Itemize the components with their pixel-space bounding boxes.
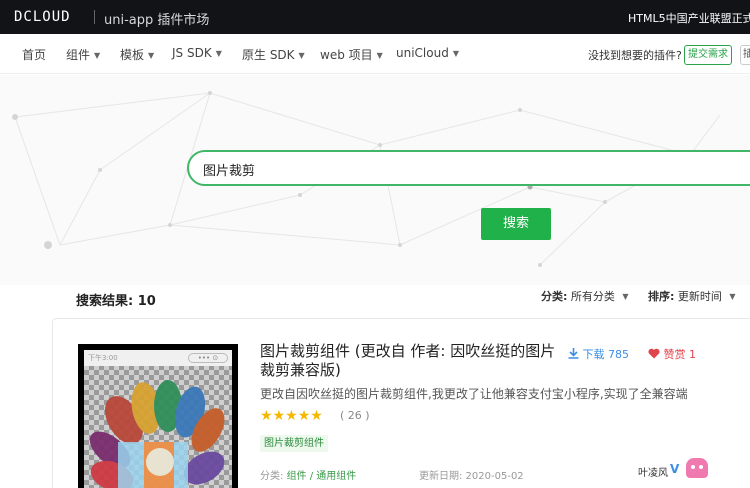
rating-count: ( 26 ) [340, 409, 370, 422]
mascot-eye [691, 465, 695, 469]
results-count: 搜索结果: 10 [76, 294, 156, 309]
caret-down-icon: ▼ [622, 292, 629, 301]
author-name[interactable]: 叶凌风 [638, 464, 668, 479]
main-nav: 首页 组件 ▼ 模板 ▼ JS SDK ▼ 原生 SDK ▼ web 项目 ▼ uniCl… [0, 34, 750, 74]
top-bar: DCLOUD uni-app 插件市场 HTML5中国产业联盟正式挂着 [0, 0, 750, 34]
verified-v-icon: V [670, 462, 680, 476]
category-link[interactable]: 组件 / 通用组件 [287, 471, 357, 482]
reward-button[interactable]: 赞赏 1 [648, 346, 696, 362]
caret-down-icon: ▼ [452, 49, 459, 58]
thumbnail-time: 下午3:00 [88, 354, 118, 362]
site-brand[interactable]: uni-app 插件市场 [104, 9, 209, 28]
download-icon [568, 348, 579, 359]
caret-down-icon: ▼ [148, 51, 155, 60]
star-icon: ★ [285, 408, 298, 424]
dcloud-logo[interactable]: DCLOUD [14, 9, 71, 25]
sort-filter-value: 更新时间 [677, 290, 722, 303]
caret-down-icon: ▼ [376, 51, 383, 60]
cropped-image-preview [84, 350, 232, 488]
mascot-icon [686, 458, 708, 478]
thumbnail-capsule: ••• ⊙ [188, 353, 228, 363]
caret-down-icon: ▼ [94, 51, 101, 60]
category-key: 分类: [260, 471, 284, 482]
nav-question-text: 没找到想要的插件? [588, 49, 682, 62]
heart-icon [648, 348, 660, 359]
thumbnail-status-bar: 下午3:00 ••• ⊙ [84, 350, 232, 366]
nav-item-label: web 项目 [320, 48, 373, 62]
nav-item-label: uniCloud [396, 46, 449, 60]
search-input-value: 图片裁剪 [203, 164, 256, 179]
nav-item-templates[interactable]: 模板 ▼ [120, 46, 154, 63]
rating-stars: ★★★★★ [260, 408, 323, 424]
nav-item-label: JS SDK [172, 46, 212, 60]
logo-divider [94, 10, 95, 24]
plugin-category: 分类: 组件 / 通用组件 [260, 467, 356, 482]
reward-count: 赞赏 1 [663, 348, 697, 361]
nav-item-label: 模板 [120, 48, 145, 62]
nav-item-native-sdk[interactable]: 原生 SDK ▼ [242, 46, 305, 63]
category-filter-key: 分类: [541, 290, 568, 303]
plugin-description: 更改自因吹丝挺的图片裁剪组件,我更改了让他兼容支付宝小程序,实现了全兼容端 [260, 387, 688, 401]
sort-filter[interactable]: 排序: 更新时间 ▼ [648, 288, 736, 304]
caret-down-icon: ▼ [729, 292, 736, 301]
nav-item-label: 组件 [66, 48, 91, 62]
thumbnail-screen: 下午3:00 ••• ⊙ [84, 350, 232, 488]
nav-item-home[interactable]: 首页 [22, 46, 46, 63]
nav-item-unicloud[interactable]: uniCloud ▼ [396, 46, 459, 60]
nav-item-label: 原生 SDK [242, 48, 295, 62]
mascot-eye [699, 465, 703, 469]
category-filter-value: 所有分类 [570, 290, 615, 303]
sort-filter-key: 排序: [648, 290, 675, 303]
download-button[interactable]: 下载 785 [568, 346, 629, 362]
nav-item-label: 首页 [22, 48, 47, 62]
caret-down-icon: ▼ [215, 49, 222, 58]
star-icon: ★ [260, 408, 273, 424]
star-icon: ★ [297, 408, 311, 424]
plugin-title[interactable]: 图片裁剪组件 (更改自 作者: 因吹丝挺的图片裁剪兼容版) [260, 342, 560, 380]
star-icon: ★ [272, 408, 286, 424]
plugin-tag[interactable]: 图片裁剪组件 [260, 435, 328, 452]
nav-extra-button[interactable]: 插 [740, 45, 750, 65]
caret-down-icon: ▼ [298, 51, 305, 60]
nav-item-web-project[interactable]: web 项目 ▼ [320, 46, 383, 63]
plugin-updated-date: 更新日期: 2020-05-02 [419, 471, 524, 482]
nav-item-js-sdk[interactable]: JS SDK ▼ [172, 46, 222, 60]
category-filter[interactable]: 分类: 所有分类 ▼ [541, 288, 629, 304]
search-input[interactable]: 图片裁剪 [187, 150, 750, 186]
submit-request-button[interactable]: 提交需求 [684, 45, 732, 65]
search-button[interactable]: 搜索 [481, 208, 551, 240]
star-icon: ★ [310, 408, 323, 424]
nav-item-components[interactable]: 组件 ▼ [66, 46, 100, 63]
download-count: 下载 785 [582, 348, 630, 361]
top-notice-link[interactable]: HTML5中国产业联盟正式挂着 [628, 10, 750, 26]
